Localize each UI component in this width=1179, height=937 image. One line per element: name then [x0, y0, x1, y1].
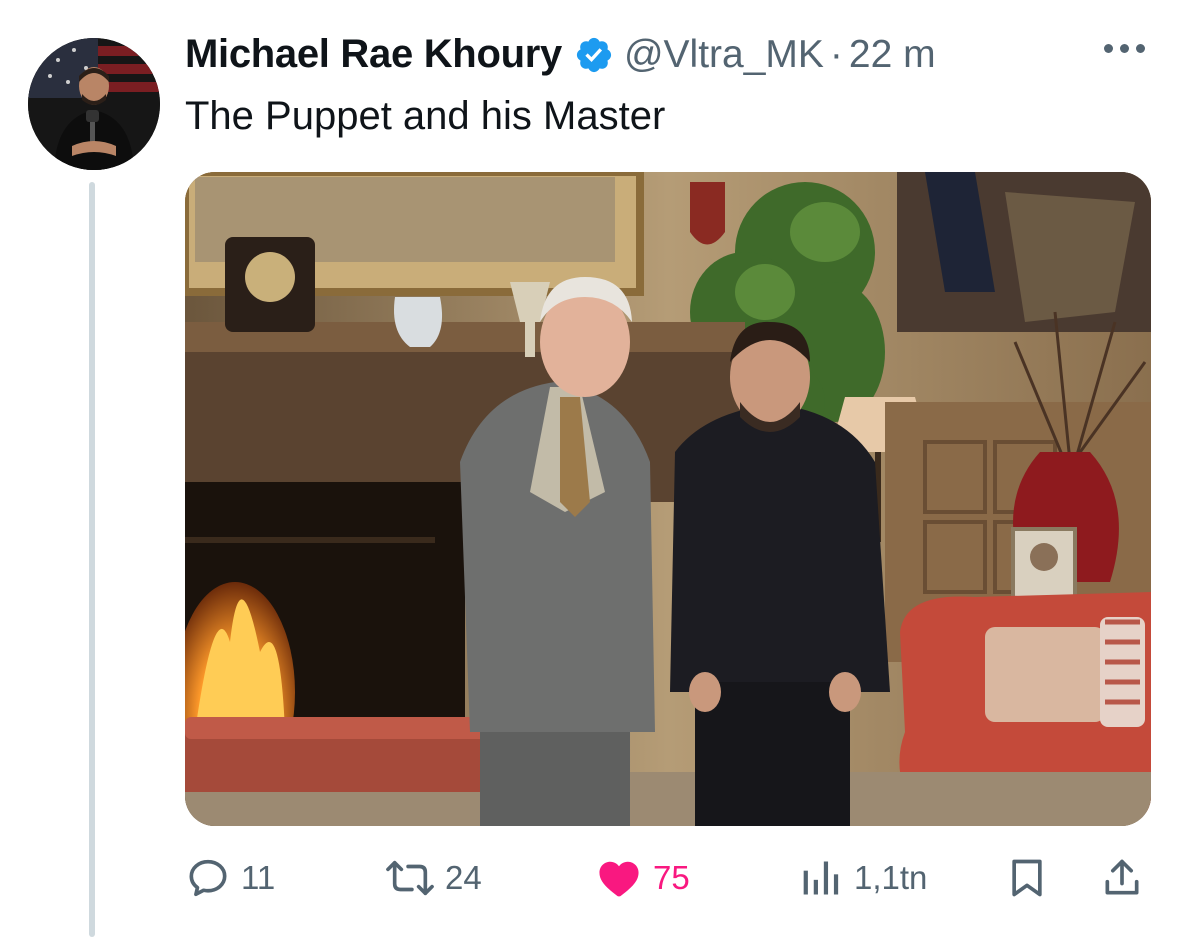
like-count: 75 [653, 859, 690, 896]
views-button[interactable]: 1,1tn [800, 850, 927, 906]
author-handle[interactable]: @Vltra_MK [624, 33, 824, 77]
more-dot-icon [1104, 44, 1113, 53]
bookmark-icon [1005, 855, 1049, 901]
share-icon [1100, 855, 1144, 901]
more-dot-icon [1120, 44, 1129, 53]
heart-icon [595, 855, 643, 901]
retweet-count: 24 [445, 859, 482, 896]
tweet-image[interactable] [185, 172, 1151, 826]
views-icon [800, 855, 844, 901]
like-button[interactable]: 75 [595, 850, 690, 906]
reply-icon [185, 855, 231, 901]
share-button[interactable] [1100, 850, 1144, 906]
more-dot-icon [1136, 44, 1145, 53]
tweet-header: Michael Rae Khoury @Vltra_MK · 22 m [185, 32, 936, 77]
tweet-actions: 11 24 75 1,1tn [185, 850, 1151, 906]
more-options-button[interactable] [1100, 38, 1149, 59]
reply-count: 11 [241, 859, 276, 896]
author-name[interactable]: Michael Rae Khoury [185, 32, 562, 77]
verified-badge-icon [574, 35, 614, 75]
retweet-icon [385, 855, 435, 901]
retweet-button[interactable]: 24 [385, 850, 482, 906]
views-count: 1,1tn [854, 859, 928, 896]
timestamp[interactable]: 22 m [849, 33, 936, 77]
avatar[interactable] [28, 38, 160, 170]
reply-button[interactable]: 11 [185, 850, 275, 906]
separator-dot: · [829, 32, 843, 76]
thread-line [89, 182, 95, 937]
bookmark-button[interactable] [1005, 850, 1049, 906]
tweet-text: The Puppet and his Master [185, 94, 666, 138]
